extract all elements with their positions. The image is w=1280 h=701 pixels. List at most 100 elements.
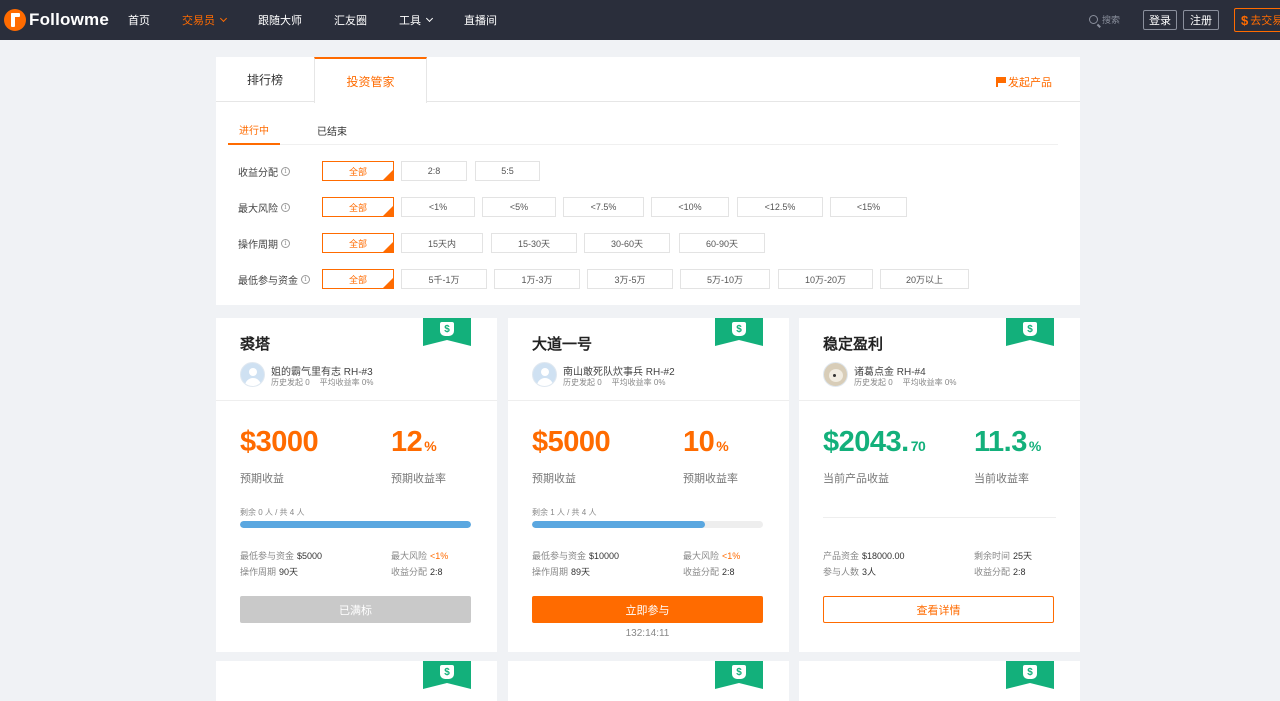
filter-option[interactable]: 5千-1万: [401, 269, 487, 289]
trade-button[interactable]: $ 去交易: [1234, 8, 1280, 32]
top-navbar: Followme 首页 交易员 跟随大师 汇友圈 工具 直播间 搜索 登录 注册…: [0, 0, 1280, 40]
product-title: 稳定盈利: [823, 336, 884, 353]
dollar-icon: $: [1023, 665, 1037, 679]
countdown-timer: 132:14:11: [625, 628, 670, 639]
filter-label: 操作周期 i: [238, 233, 290, 253]
nav-item-tools[interactable]: 工具: [399, 12, 434, 28]
stat-product-capital: 产品资金 $18000.00: [823, 551, 905, 561]
stat-period: 操作周期 90天: [240, 567, 299, 577]
product-card[interactable]: $: [216, 661, 497, 701]
launch-product-link[interactable]: 发起产品: [996, 74, 1052, 90]
register-button[interactable]: 注册: [1183, 10, 1219, 30]
filter-option[interactable]: 全部: [322, 161, 394, 181]
filter-panel: 排行榜 投资管家 发起产品 进行中 已结束 收益分配 i 全部 2:8 5:5 最…: [216, 57, 1080, 305]
logo[interactable]: Followme: [4, 8, 109, 32]
expected-profit-label: 预期收益: [240, 473, 284, 485]
filter-label: 收益分配 i: [238, 161, 290, 181]
nav-item-home[interactable]: 首页: [128, 12, 150, 28]
tab-investment-manager[interactable]: 投资管家: [314, 57, 427, 103]
current-profit-value: $2043. 70: [823, 426, 926, 458]
filter-option[interactable]: 3万-5万: [587, 269, 673, 289]
info-icon[interactable]: i: [281, 238, 290, 248]
filter-option[interactable]: 2:8: [401, 161, 467, 181]
stat-max-risk: 最大风险 <1%: [391, 551, 449, 561]
stat-period: 操作周期 89天: [532, 567, 591, 577]
info-icon[interactable]: i: [301, 274, 310, 284]
stat-remaining-time: 剩余时间 25天: [974, 551, 1033, 561]
main-tabs: 排行榜 投资管家 发起产品: [216, 57, 1080, 103]
expected-profit-value: $5000: [532, 426, 611, 458]
divider: [216, 400, 497, 401]
info-icon[interactable]: i: [281, 202, 290, 212]
filter-option[interactable]: <7.5%: [563, 197, 644, 217]
filter-option[interactable]: 10万-20万: [778, 269, 873, 289]
filter-option[interactable]: 全部: [322, 269, 394, 289]
tab-ranking[interactable]: 排行榜: [216, 57, 314, 102]
login-button[interactable]: 登录: [1143, 10, 1177, 30]
filter-option[interactable]: <5%: [482, 197, 556, 217]
filter-option[interactable]: <10%: [651, 197, 729, 217]
filter-option[interactable]: 全部: [322, 197, 394, 217]
manager-name[interactable]: 姐的霸气里有志 RH-#3: [271, 363, 373, 378]
stat-max-risk: 最大风险 <1%: [683, 551, 741, 561]
dollar-icon: $: [732, 322, 746, 336]
nav-item-live[interactable]: 直播间: [464, 12, 497, 28]
filter-option[interactable]: 5万-10万: [680, 269, 770, 289]
filter-option[interactable]: 5:5: [475, 161, 540, 181]
product-card[interactable]: $ 稳定盈利 诸葛点金 RH-#4 历史发起 0 平均收益率 0% $2043. 7…: [799, 318, 1080, 652]
dollar-icon: $: [732, 665, 746, 679]
product-ribbon: $: [715, 318, 763, 346]
subtab-ongoing[interactable]: 进行中: [228, 115, 280, 145]
filter-option[interactable]: 1万-3万: [494, 269, 580, 289]
divider: [799, 400, 1080, 401]
expected-rate-value: 12%: [391, 426, 437, 458]
avatar[interactable]: [823, 362, 848, 387]
current-rate-label: 当前收益率: [974, 473, 1029, 485]
search-box[interactable]: 搜索: [1089, 13, 1120, 26]
view-details-button[interactable]: 查看详情: [823, 596, 1054, 623]
manager-name[interactable]: 诸葛点金 RH-#4: [854, 363, 926, 378]
nav-item-community[interactable]: 汇友圈: [334, 12, 367, 28]
product-ribbon: $: [423, 318, 471, 346]
filter-option[interactable]: 15天内: [401, 233, 483, 253]
progress-bar-fill: [532, 521, 706, 528]
nav-item-traders[interactable]: 交易员: [182, 12, 228, 28]
remaining-slots: 剩余 0 人 / 共 4 人: [240, 508, 305, 517]
full-button: 已满标: [240, 596, 471, 623]
manager-stats: 历史发起 0 平均收益率 0%: [854, 378, 957, 387]
progress-bar-fill: [240, 521, 471, 528]
product-card[interactable]: $: [508, 661, 789, 701]
expected-profit-label: 预期收益: [532, 473, 576, 485]
product-card[interactable]: $ 裘塔 姐的霸气里有志 RH-#3 历史发起 0 平均收益率 0% $3000 …: [216, 318, 497, 652]
avatar[interactable]: [240, 362, 265, 387]
avatar[interactable]: [532, 362, 557, 387]
manager-name[interactable]: 南山敢死队炊事兵 RH-#2: [563, 363, 675, 378]
filter-option[interactable]: 全部: [322, 233, 394, 253]
flag-icon: [996, 77, 1006, 87]
expected-rate-value: 10%: [683, 426, 729, 458]
filter-option[interactable]: <15%: [830, 197, 907, 217]
stat-profit-share: 收益分配 2:8: [683, 567, 735, 577]
divider: [823, 517, 1056, 518]
dollar-icon: $: [1241, 12, 1249, 28]
join-now-button[interactable]: 立即参与: [532, 596, 763, 623]
subtab-ended[interactable]: 已结束: [306, 115, 358, 145]
product-card[interactable]: $: [799, 661, 1080, 701]
nav-item-follow-masters[interactable]: 跟随大师: [258, 12, 302, 28]
search-label: 搜索: [1102, 15, 1121, 25]
filter-option[interactable]: 15-30天: [491, 233, 577, 253]
filter-option[interactable]: 20万以上: [880, 269, 969, 289]
product-card[interactable]: $ 大道一号 南山敢死队炊事兵 RH-#2 历史发起 0 平均收益率 0% $50…: [508, 318, 789, 652]
filter-option[interactable]: <12.5%: [737, 197, 823, 217]
divider: [508, 400, 789, 401]
progress-bar: [240, 521, 471, 528]
expected-rate-label: 预期收益率: [683, 473, 738, 485]
info-icon[interactable]: i: [281, 166, 290, 176]
filter-option[interactable]: <1%: [401, 197, 475, 217]
filter-option[interactable]: 60-90天: [679, 233, 765, 253]
filter-option[interactable]: 30-60天: [584, 233, 670, 253]
product-title: 大道一号: [532, 336, 593, 353]
dollar-icon: $: [440, 322, 454, 336]
expected-profit-value: $3000: [240, 426, 319, 458]
product-ribbon: $: [1006, 318, 1054, 346]
